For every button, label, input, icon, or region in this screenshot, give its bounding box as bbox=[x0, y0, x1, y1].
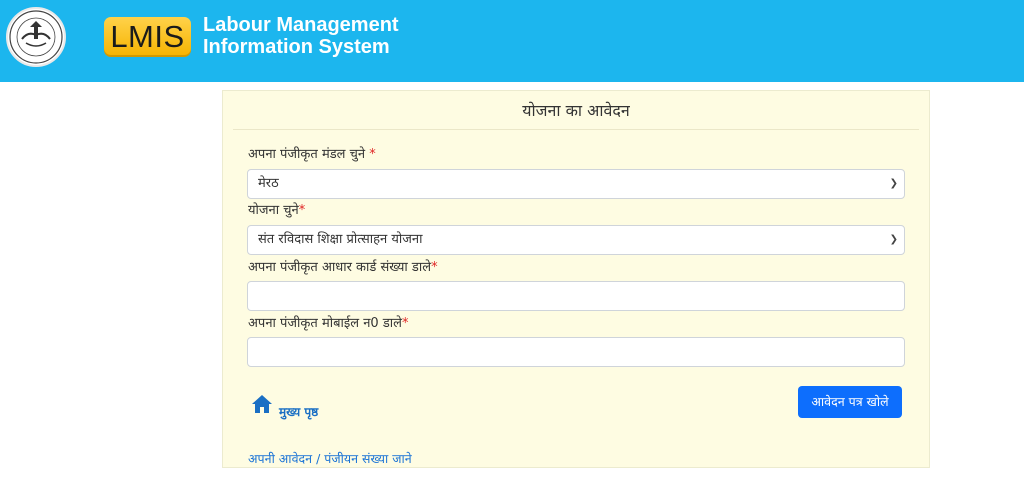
mandal-select-value: मेरठ bbox=[258, 176, 279, 191]
home-icon[interactable] bbox=[251, 394, 273, 418]
required-marker: * bbox=[401, 316, 409, 331]
chevron-down-icon: ❯ bbox=[889, 234, 898, 245]
aadhaar-label-text: अपना पंजीकृत आधार कार्ड संख्या डाले bbox=[248, 260, 432, 275]
required-marker: * bbox=[365, 147, 376, 162]
app-title: Labour Management Information System bbox=[203, 14, 399, 58]
home-link[interactable]: मुख्य पृष्ठ bbox=[279, 403, 318, 420]
mandal-label: अपना पंजीकृत मंडल चुने * bbox=[248, 144, 376, 162]
chevron-down-icon: ❯ bbox=[889, 178, 898, 189]
lmis-logo: LMIS bbox=[104, 17, 191, 57]
required-marker: * bbox=[298, 203, 306, 218]
mobile-input[interactable] bbox=[247, 337, 905, 367]
up-govt-emblem-icon bbox=[6, 7, 66, 67]
title-divider bbox=[233, 129, 919, 130]
yojana-label: योजना चुने* bbox=[248, 200, 305, 218]
application-status-link[interactable]: अपनी आवेदन / पंजीयन संख्या जाने bbox=[248, 450, 412, 467]
yojana-select-value: संत रविदास शिक्षा प्रोत्साहन योजना bbox=[258, 232, 423, 247]
aadhaar-input[interactable] bbox=[247, 281, 905, 311]
app-header: LMIS Labour Management Information Syste… bbox=[0, 0, 1024, 82]
yojana-label-text: योजना चुने bbox=[248, 203, 299, 218]
mandal-label-text: अपना पंजीकृत मंडल चुने bbox=[248, 147, 366, 162]
open-application-button[interactable]: आवेदन पत्र खोले bbox=[798, 386, 902, 418]
app-title-line2: Information System bbox=[203, 36, 390, 58]
mobile-label: अपना पंजीकृत मोबाईल न0 डाले* bbox=[248, 313, 408, 331]
aadhaar-label: अपना पंजीकृत आधार कार्ड संख्या डाले* bbox=[248, 257, 438, 275]
mandal-select[interactable]: मेरठ ❯ bbox=[247, 169, 905, 199]
app-title-line1: Labour Management bbox=[203, 14, 399, 36]
required-marker: * bbox=[431, 260, 438, 275]
mobile-label-text: अपना पंजीकृत मोबाईल न0 डाले bbox=[248, 316, 402, 331]
form-title: योजना का आवेदन bbox=[522, 101, 630, 120]
yojana-select[interactable]: संत रविदास शिक्षा प्रोत्साहन योजना ❯ bbox=[247, 225, 905, 255]
application-form-card: योजना का आवेदन अपना पंजीकृत मंडल चुने * … bbox=[222, 90, 930, 468]
